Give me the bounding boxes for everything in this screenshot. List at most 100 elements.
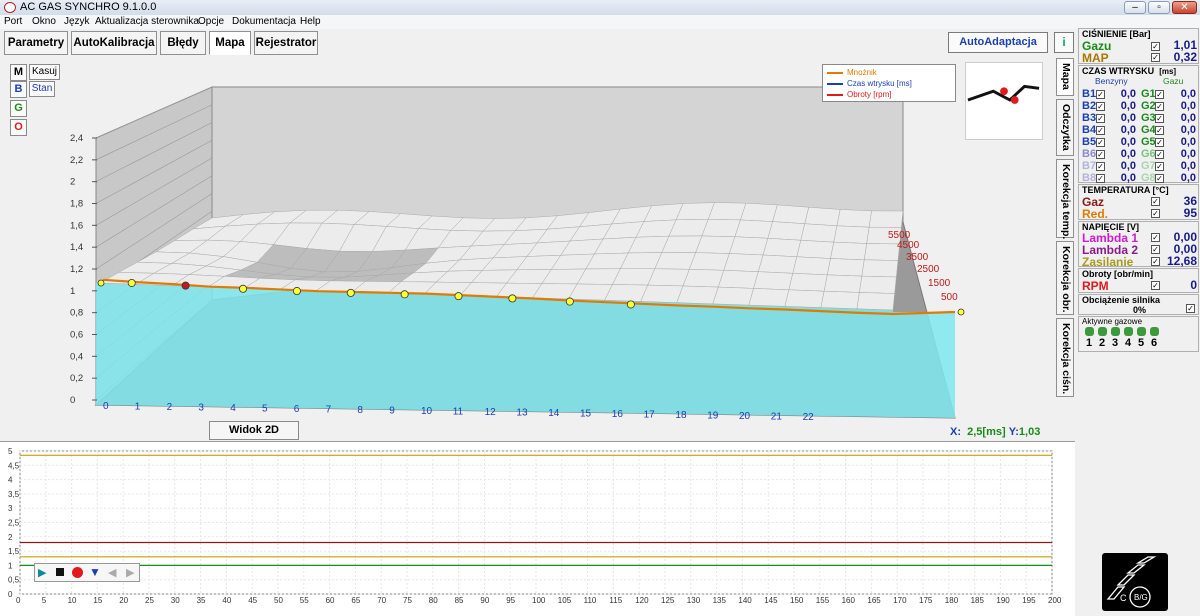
widok-2d-button[interactable]: Widok 2D — [209, 421, 299, 440]
lambda1-checkbox[interactable]: ✓ — [1151, 233, 1160, 242]
x-tick-label: 16 — [612, 409, 624, 420]
map-point[interactable] — [239, 284, 248, 293]
menu-dokumentacja[interactable]: Dokumentacja — [232, 15, 296, 29]
preview-point-1 — [1000, 87, 1008, 96]
menu-okno[interactable]: Okno — [32, 15, 56, 29]
g-checkbox[interactable]: ✓ — [1155, 114, 1164, 123]
b-checkbox[interactable]: ✓ — [1096, 102, 1105, 111]
menu-port[interactable]: Port — [4, 15, 22, 29]
surface-cell — [640, 284, 684, 303]
map-point[interactable] — [346, 288, 355, 297]
vtab-korekcja-obr[interactable]: Korekcja obr. — [1056, 241, 1074, 315]
vtab-mapa[interactable]: Mapa — [1056, 58, 1074, 96]
b-checkbox[interactable]: ✓ — [1096, 150, 1105, 159]
mode-o-button[interactable]: O — [10, 119, 27, 136]
minimize-button[interactable]: – — [1124, 1, 1146, 14]
tab-mapa[interactable]: Mapa — [209, 31, 251, 55]
map-point[interactable] — [292, 287, 301, 296]
tab-rejestrator[interactable]: Rejestrator — [254, 31, 318, 55]
map-point[interactable] — [127, 278, 136, 287]
tab-bledy[interactable]: Błędy — [160, 31, 206, 55]
mode-g-button[interactable]: G — [10, 100, 27, 117]
y-tick-label: 1,6 — [70, 220, 83, 231]
b-checkbox[interactable]: ✓ — [1096, 138, 1105, 147]
surface-cell — [836, 209, 872, 228]
b-checkbox[interactable]: ✓ — [1096, 126, 1105, 135]
b-checkbox[interactable]: ✓ — [1096, 90, 1105, 99]
x-tick-label: 105 — [558, 596, 572, 605]
surface-cell — [729, 236, 769, 256]
down-button[interactable]: ▼ — [89, 566, 103, 579]
map-point[interactable] — [508, 294, 517, 303]
zasilanie-value: 12,68 — [1166, 254, 1197, 268]
record-button[interactable] — [72, 567, 83, 578]
mode-m-button[interactable]: M — [10, 64, 27, 81]
g-checkbox[interactable]: ✓ — [1155, 138, 1164, 147]
b-checkbox[interactable]: ✓ — [1096, 162, 1105, 171]
injector-number: 4 — [1125, 337, 1132, 349]
g-checkbox[interactable]: ✓ — [1155, 102, 1164, 111]
vtab-korekcja-cisn[interactable]: Korekcja ciśn. — [1056, 318, 1074, 397]
map-point[interactable] — [626, 300, 635, 309]
menu-jezyk[interactable]: Język — [64, 15, 90, 29]
surface-cell — [753, 271, 794, 291]
close-button[interactable]: ✕ — [1172, 1, 1197, 14]
vtab-korekcja-temp[interactable]: Korekcja temp. — [1056, 159, 1074, 239]
map-3d-chart[interactable]: 00,20,40,60,811,21,41,61,822,22,4 012345… — [0, 60, 1050, 430]
b-value: 0,0 — [1120, 172, 1136, 184]
surface-cell — [661, 235, 703, 253]
next-button[interactable]: ▶ — [126, 567, 138, 580]
b-checkbox[interactable]: ✓ — [1096, 174, 1105, 183]
map-point[interactable] — [454, 292, 463, 301]
map-point[interactable] — [400, 290, 409, 299]
rpm-checkbox[interactable]: ✓ — [1151, 281, 1160, 290]
vtab-odczytka[interactable]: Odczytka — [1056, 99, 1074, 156]
menu-opcje[interactable]: Opcje — [198, 15, 224, 29]
g-checkbox[interactable]: ✓ — [1155, 90, 1164, 99]
selected-point[interactable] — [181, 281, 190, 290]
surface-cell — [701, 219, 741, 237]
info-button[interactable]: i — [1054, 32, 1074, 53]
play-button[interactable]: ▶ — [38, 567, 52, 580]
g-checkbox[interactable]: ✓ — [1155, 150, 1164, 159]
chart-legend: Mnożnik Czas wtrysku [ms] Obroty [rpm] — [822, 64, 956, 102]
map-point[interactable] — [957, 308, 965, 316]
menu-aktualizacja[interactable]: Aktualizacja sterownika — [95, 15, 199, 29]
rpm-label: RPM — [1082, 279, 1109, 293]
g-checkbox[interactable]: ✓ — [1155, 126, 1164, 135]
maximize-button[interactable]: ▫ — [1148, 1, 1170, 14]
menu-help[interactable]: Help — [300, 15, 321, 29]
g-checkbox[interactable]: ✓ — [1155, 162, 1164, 171]
b-checkbox[interactable]: ✓ — [1096, 114, 1105, 123]
stop-button[interactable] — [56, 568, 64, 576]
kasuj-button[interactable]: Kasuj — [29, 64, 60, 80]
surface-cell — [784, 289, 825, 308]
x-tick-label: 55 — [300, 596, 309, 605]
map-point[interactable] — [565, 297, 574, 306]
surface-cell — [792, 256, 831, 276]
x-tick-label: 155 — [816, 596, 830, 605]
b-value: 0,0 — [1120, 136, 1136, 148]
injector-number: 1 — [1086, 337, 1093, 349]
stan-button[interactable]: Stan — [29, 81, 55, 97]
surface-cell — [717, 270, 759, 289]
y-tick-label: 1 — [8, 561, 13, 570]
y-tick-label: 1,4 — [70, 242, 83, 253]
g-checkbox[interactable]: ✓ — [1155, 174, 1164, 183]
x-tick-label: 110 — [584, 596, 597, 605]
temp-gaz-checkbox[interactable]: ✓ — [1151, 197, 1160, 206]
gazu-checkbox[interactable]: ✓ — [1151, 42, 1160, 51]
g-value: 0,0 — [1180, 124, 1196, 136]
autoadaptacja-button[interactable]: AutoAdaptacja — [948, 32, 1048, 53]
tab-parametry[interactable]: Parametry — [4, 31, 68, 55]
map-checkbox[interactable]: ✓ — [1151, 53, 1160, 62]
temp-red-checkbox[interactable]: ✓ — [1151, 209, 1160, 218]
surface-cell — [688, 252, 730, 271]
mode-b-button[interactable]: B — [10, 81, 27, 98]
zasilanie-checkbox[interactable]: ✓ — [1151, 257, 1160, 266]
tab-autokalibracja[interactable]: AutoKalibracja — [71, 31, 157, 55]
obciazenie-checkbox[interactable]: ✓ — [1186, 304, 1195, 313]
map-point[interactable] — [97, 279, 105, 287]
lambda2-checkbox[interactable]: ✓ — [1151, 245, 1160, 254]
prev-button[interactable]: ◀ — [108, 567, 120, 580]
